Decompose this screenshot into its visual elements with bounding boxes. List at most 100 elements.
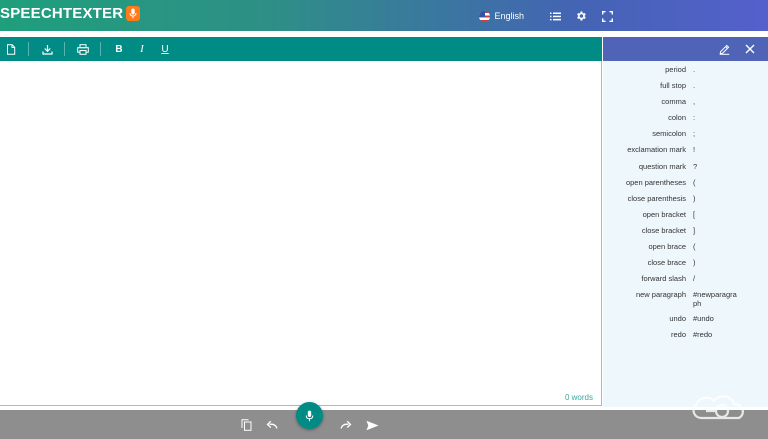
command-phrase: redo bbox=[670, 329, 686, 339]
command-row: open parentheses ( bbox=[603, 178, 768, 189]
microphone-icon bbox=[305, 410, 314, 421]
command-row: close brace) bbox=[603, 258, 768, 269]
italic-button[interactable]: I bbox=[131, 38, 153, 60]
bold-button[interactable]: B bbox=[108, 38, 130, 60]
print-icon bbox=[77, 43, 89, 55]
divider bbox=[28, 42, 29, 56]
mic-icon bbox=[126, 6, 141, 21]
command-phrase: question mark bbox=[638, 161, 686, 171]
command-output: #newparagraph bbox=[693, 290, 737, 309]
redo-button[interactable] bbox=[338, 417, 354, 433]
speechtexter-app: SPEECHTEXTER English B I U 0 words perio… bbox=[0, 0, 768, 439]
command-row: close bracket] bbox=[603, 226, 768, 237]
command-row: comma, bbox=[603, 97, 768, 108]
command-output: / bbox=[693, 274, 696, 284]
command-phrase: semicolon bbox=[652, 129, 686, 139]
command-row: new paragraph #newparagraph bbox=[603, 290, 768, 308]
header-actions: English bbox=[479, 7, 616, 25]
command-output: ( bbox=[693, 242, 696, 252]
text-editor[interactable]: 0 words bbox=[0, 61, 602, 406]
print-button[interactable] bbox=[72, 38, 94, 60]
command-row: question mark? bbox=[603, 162, 768, 173]
flag-icon bbox=[479, 10, 491, 22]
send-icon bbox=[366, 420, 378, 430]
command-row: open bracket [ bbox=[603, 210, 768, 221]
command-output: ! bbox=[693, 145, 696, 155]
command-row: open brace ( bbox=[603, 242, 768, 253]
logo[interactable]: SPEECHTEXTER bbox=[0, 5, 141, 22]
close-panel-button[interactable] bbox=[740, 39, 760, 59]
command-row: exclamation mark! bbox=[603, 145, 768, 156]
command-phrase: period bbox=[665, 65, 686, 74]
italic-icon: I bbox=[140, 43, 144, 55]
command-output: ? bbox=[693, 161, 698, 171]
command-phrase: close bracket bbox=[641, 225, 686, 235]
underline-icon: U bbox=[161, 43, 169, 55]
send-button[interactable] bbox=[364, 417, 380, 433]
divider bbox=[64, 42, 65, 56]
bottom-bar bbox=[0, 410, 768, 439]
command-phrase: full stop bbox=[660, 81, 686, 91]
command-output: [ bbox=[693, 209, 696, 219]
command-output: #redo bbox=[693, 329, 713, 339]
command-output: . bbox=[693, 65, 696, 74]
command-phrase: exclamation mark bbox=[627, 145, 686, 155]
list-icon[interactable] bbox=[546, 7, 564, 25]
command-phrase: undo bbox=[669, 313, 686, 323]
editor-toolbar: B I U bbox=[0, 37, 602, 61]
voice-commands-panel: period. full stop. comma, colon: semicol… bbox=[603, 37, 768, 407]
command-phrase: open brace bbox=[648, 242, 686, 252]
undo-icon bbox=[266, 420, 278, 429]
command-phrase: comma bbox=[661, 97, 686, 107]
command-output: : bbox=[693, 113, 696, 123]
underline-button[interactable]: U bbox=[154, 38, 176, 60]
command-output: , bbox=[693, 97, 696, 107]
command-output: ) bbox=[693, 193, 696, 203]
close-icon bbox=[745, 44, 755, 54]
undo-button[interactable] bbox=[264, 417, 280, 433]
new-document-icon bbox=[7, 43, 16, 55]
command-row: forward slash / bbox=[603, 274, 768, 285]
copy-icon bbox=[241, 419, 251, 431]
command-row: period. bbox=[603, 65, 768, 76]
fullscreen-icon[interactable] bbox=[598, 7, 616, 25]
gear-icon[interactable] bbox=[572, 7, 590, 25]
command-phrase: close brace bbox=[647, 258, 686, 268]
logo-text: SPEECHTEXTER bbox=[0, 5, 124, 22]
bold-icon: B bbox=[115, 43, 123, 55]
command-phrase: forward slash bbox=[641, 274, 686, 284]
command-phrase: close parenthesis bbox=[627, 193, 686, 203]
new-document-button[interactable] bbox=[0, 38, 22, 60]
command-output: ] bbox=[693, 225, 696, 235]
word-count: 0 words bbox=[564, 393, 593, 402]
download-icon bbox=[41, 44, 53, 55]
divider bbox=[100, 42, 101, 56]
command-output: ) bbox=[693, 258, 696, 268]
panel-header bbox=[603, 37, 768, 61]
download-button[interactable] bbox=[36, 38, 58, 60]
command-output: ( bbox=[693, 177, 696, 187]
commands-list: period. full stop. comma, colon: semicol… bbox=[603, 61, 768, 341]
edit-icon bbox=[719, 44, 729, 55]
command-row: undo #undo bbox=[603, 314, 768, 325]
command-phrase: new paragraph bbox=[635, 290, 686, 300]
language-selector[interactable]: English bbox=[479, 10, 524, 22]
command-phrase: open parentheses bbox=[625, 177, 686, 187]
copy-button[interactable] bbox=[238, 417, 254, 433]
redo-icon bbox=[340, 420, 352, 429]
top-header: SPEECHTEXTER English bbox=[0, 0, 768, 31]
command-phrase: colon bbox=[668, 113, 686, 123]
command-output: . bbox=[693, 81, 696, 91]
command-output: ; bbox=[693, 129, 696, 139]
command-row: full stop. bbox=[603, 81, 768, 92]
command-output: #undo bbox=[693, 313, 714, 323]
command-row: colon: bbox=[603, 113, 768, 124]
command-row: close parenthesis) bbox=[603, 194, 768, 205]
language-label: English bbox=[494, 11, 524, 21]
edit-commands-button[interactable] bbox=[714, 39, 734, 59]
command-phrase: open bracket bbox=[642, 209, 686, 219]
microphone-button[interactable] bbox=[296, 402, 323, 429]
command-row: redo #redo bbox=[603, 330, 768, 341]
cloud-watermark-icon bbox=[692, 395, 744, 420]
command-row: semicolon; bbox=[603, 129, 768, 140]
